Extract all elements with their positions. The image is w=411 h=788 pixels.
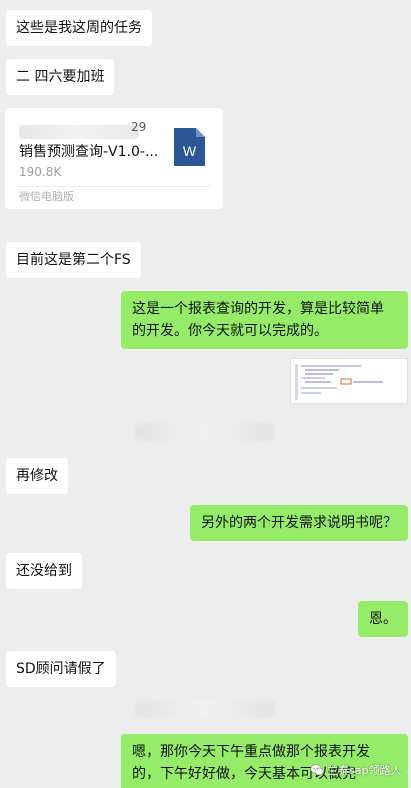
message-bubble-incoming[interactable]: 目前这是第二个FS [6,242,141,278]
message-text: 另外的两个开发需求说明书呢？ [201,515,397,531]
message-bubble-outgoing[interactable]: 恩。 [358,601,408,637]
code-screenshot-thumbnail [291,359,407,403]
message-text: 目前这是第二个FS [16,252,131,268]
blurred-file-name [19,125,139,139]
screenshot-image-message[interactable] [290,358,408,404]
message-bubble-incoming[interactable]: 这些是我这周的任务 [6,10,152,46]
message-bubble-incoming[interactable]: 再修改 [6,458,68,494]
word-document-icon: W [174,128,205,166]
watermark-text: 兰泰sap领路人 [327,764,402,777]
message-bubble-outgoing[interactable]: 嗯，那你今天下午重点做那个报表开发的，下午好好做，今天基本可以做完 [121,734,408,788]
message-bubble-incoming[interactable]: SD顾问请假了 [6,651,116,687]
message-bubble-outgoing[interactable]: 另外的两个开发需求说明书呢？ [190,505,408,541]
message-text: 这些是我这周的任务 [16,20,142,36]
file-size: 190.8K [19,165,62,179]
message-text: SD顾问请假了 [16,661,106,677]
message-bubble-incoming[interactable]: 二 四六要加班 [6,59,115,95]
message-text: 还没给到 [16,563,72,579]
word-icon-letter: W [183,143,197,159]
file-message-card[interactable]: 29 销售预测查询-V1.0-... 190.8K 微信电脑版 W [5,108,223,209]
file-name: 销售预测查询-V1.0-... [19,144,159,160]
timestamp-blurred [135,423,275,441]
message-text: 这是一个报表查询的开发，算是比较简单的开发。你今天就可以完成的。 [132,301,384,339]
watermark: 兰泰sap领路人 [310,762,401,778]
timestamp-blurred [135,700,275,718]
message-bubble-incoming[interactable]: 还没给到 [6,553,82,589]
message-text: 再修改 [16,468,58,484]
wechat-icon [310,764,324,776]
message-text: 恩。 [369,611,397,627]
file-source-label: 微信电脑版 [19,190,74,203]
message-text: 二 四六要加班 [16,69,105,85]
file-card-divider [17,186,211,187]
message-bubble-outgoing[interactable]: 这是一个报表查询的开发，算是比较简单的开发。你今天就可以完成的。 [121,291,408,349]
file-name-tail: 29 [131,120,147,134]
